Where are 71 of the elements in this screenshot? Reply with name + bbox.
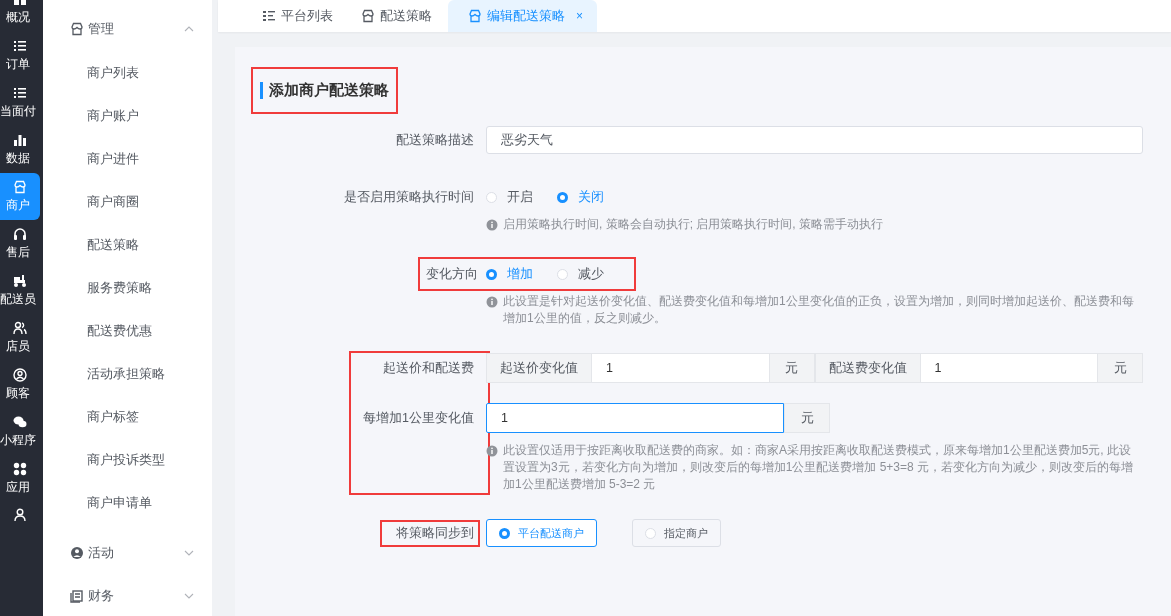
field-label: 配送策略描述 <box>395 131 475 149</box>
list-icon <box>13 85 27 100</box>
tab[interactable]: 平台列表 <box>250 0 345 32</box>
chevron-down-icon <box>184 593 194 599</box>
info-icon <box>486 218 498 231</box>
menu-item[interactable]: 配送费优惠 <box>43 309 212 352</box>
input-suffix: 元 <box>1097 353 1143 383</box>
input-field[interactable]: 1 <box>592 353 769 383</box>
chevron-up-icon <box>184 26 194 32</box>
people-icon <box>13 320 27 335</box>
menu-item[interactable]: 商户列表 <box>43 51 212 94</box>
menu-item[interactable]: 商户账户 <box>43 94 212 137</box>
radio-option[interactable]: 开启 <box>486 188 533 206</box>
menu-item[interactable]: 商户标签 <box>43 395 212 438</box>
list-icon <box>262 9 276 23</box>
input-suffix: 元 <box>768 353 815 383</box>
rail-nav-item[interactable]: 订单 <box>0 32 40 79</box>
field-label: 将策略同步到 <box>382 521 478 545</box>
menu-item[interactable]: 服务费策略 <box>43 266 212 309</box>
headset-icon <box>13 226 27 241</box>
menu-group[interactable]: 活动 <box>43 539 212 567</box>
user-circle-icon <box>13 367 27 382</box>
store-icon <box>70 22 84 36</box>
scooter-icon <box>13 273 27 288</box>
rail-nav-item[interactable]: 售后 <box>0 220 40 267</box>
menu-item[interactable]: 活动承担策略 <box>43 352 212 395</box>
person-icon <box>13 508 27 522</box>
hint-text: 此设置仅适用于按距离收取配送费的商家。如：商家A采用按距离收取配送费模式，原来每增加1公里配送费加5元, 此设置设置为3元，若变化方向为增加，则改变后的每增加1公里配送费增加 5+3=8 元，若变化方向为减少，则改变后的每增加1公里配送费增加 5-3=2 元 <box>503 442 1135 493</box>
apps-icon <box>13 461 27 476</box>
rail-nav-item[interactable]: 顾客 <box>0 361 40 408</box>
radio-option[interactable]: 减少 <box>557 265 604 283</box>
tab[interactable]: 配送策略 <box>349 0 444 32</box>
menu-item[interactable]: 商户进件 <box>43 137 212 180</box>
chat-bubbles-icon <box>13 414 27 429</box>
input-field[interactable]: 1 <box>920 353 1097 383</box>
menu-item[interactable]: 配送策略 <box>43 223 212 266</box>
wallet-icon <box>70 589 84 603</box>
field-label: 每增加1公里变化值 <box>362 409 475 427</box>
section-title: 添加商户配送策略 <box>253 69 396 112</box>
rail-nav-item[interactable]: 小程序 <box>0 408 40 455</box>
info-icon <box>486 444 498 457</box>
menu-group[interactable]: 管理 <box>43 15 212 43</box>
input-prefix: 起送价变化值 <box>486 353 592 383</box>
rail-nav-item[interactable]: 概况 <box>0 0 40 32</box>
menu-group[interactable]: 财务 <box>43 582 212 610</box>
radio-button[interactable]: 指定商户 <box>632 519 721 547</box>
store-icon <box>13 179 27 194</box>
rail-nav-item[interactable]: 配送员 <box>0 267 40 314</box>
field-label: 变化方向 <box>426 265 478 283</box>
store-icon <box>468 9 482 23</box>
menu-item[interactable]: 商户申请单 <box>43 481 212 524</box>
chevron-down-icon <box>184 550 194 556</box>
list-icon <box>13 38 27 53</box>
rail-nav-item[interactable]: 当面付 <box>0 79 40 126</box>
menu-item[interactable]: 商户投诉类型 <box>43 438 212 481</box>
input-prefix: 配送费变化值 <box>814 353 921 383</box>
rail-nav-item[interactable]: 应用 <box>0 455 40 502</box>
info-icon <box>486 295 498 308</box>
menu-item[interactable]: 商户商圈 <box>43 180 212 223</box>
hint-text: 启用策略执行时间, 策略会自动执行; 启用策略执行时间, 策略需手动执行 <box>503 216 883 233</box>
input-suffix: 元 <box>784 403 830 433</box>
user-circle-icon <box>70 546 84 560</box>
bar-chart-icon <box>13 132 27 147</box>
field-label: 起送价和配送费 <box>382 359 475 377</box>
input-field[interactable]: 1 <box>486 403 784 433</box>
rail-nav-item[interactable]: 店员 <box>0 314 40 361</box>
store-icon <box>361 9 375 23</box>
rail-nav-item[interactable]: 数据 <box>0 126 40 173</box>
hint-text: 此设置是针对起送价变化值、配送费变化值和每增加1公里变化值的正负，设置为增加，则同时增加起送价、配送费和每增加1公里的值，反之则减少。 <box>503 293 1135 327</box>
field-label: 是否启用策略执行时间 <box>343 189 475 206</box>
text-field[interactable]: 恶劣天气 <box>486 126 1143 154</box>
